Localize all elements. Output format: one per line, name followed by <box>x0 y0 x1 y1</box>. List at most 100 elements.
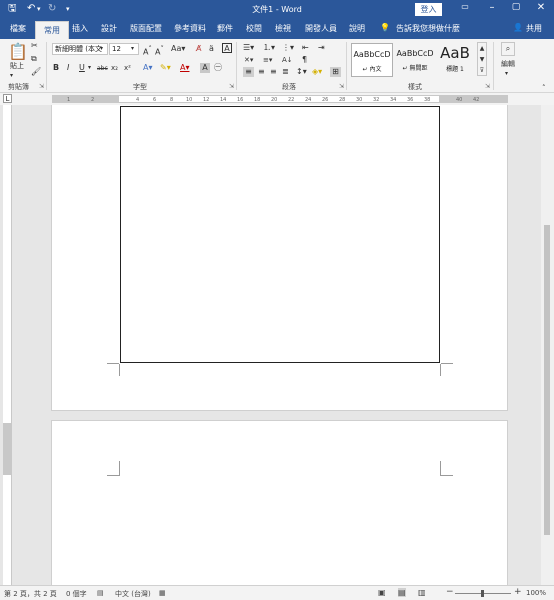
tab-selector-icon[interactable]: L <box>3 94 12 103</box>
tab-mailings[interactable]: 郵件 <box>217 23 233 34</box>
phonetic-guide-icon[interactable]: ä <box>209 44 214 54</box>
tab-view[interactable]: 檢視 <box>275 23 291 34</box>
character-border-icon[interactable]: A <box>222 43 232 53</box>
align-left-icon[interactable]: ≡ <box>243 67 254 77</box>
font-size-select[interactable]: 12 <box>109 43 139 55</box>
line-spacing-icon[interactable]: ↕▾ <box>296 67 307 77</box>
change-case-icon[interactable]: Aa▾ <box>171 44 185 54</box>
read-mode-icon[interactable]: ▣ <box>378 588 386 597</box>
macro-recording-icon[interactable]: ▦ <box>159 589 166 597</box>
superscript-button[interactable]: x² <box>124 63 131 73</box>
decrease-indent-icon[interactable]: ⇤ <box>302 43 309 53</box>
ribbon: 📋 貼上 ▾ ✂ ⧉ 🖌 剪貼簿 ⇲ 新細明體 (本文 ▾ 12 ▾ A˄ A˅… <box>0 39 554 93</box>
shrink-font-icon[interactable]: A˅ <box>155 44 164 58</box>
style-sample: AaBbCcD <box>396 49 434 58</box>
format-painter-icon[interactable]: 🖌 <box>31 67 41 77</box>
tab-home[interactable]: 常用 <box>35 21 69 39</box>
paste-button[interactable]: 貼上 <box>10 61 24 71</box>
sort-icon[interactable]: A↓ <box>282 55 293 65</box>
share-button[interactable]: 共用 <box>526 23 542 34</box>
highlight-icon[interactable]: ✎▾ <box>160 63 171 73</box>
enclose-characters-icon[interactable]: ㊀ <box>214 63 222 73</box>
close-icon[interactable]: ✕ <box>534 2 548 13</box>
font-launcher-icon[interactable]: ⇲ <box>229 83 234 90</box>
paragraph-launcher-icon[interactable]: ⇲ <box>339 83 344 90</box>
styles-launcher-icon[interactable]: ⇲ <box>485 83 490 90</box>
multilevel-list-icon[interactable]: ⋮▾ <box>282 43 294 53</box>
italic-button[interactable]: I <box>67 63 69 73</box>
vertical-scrollbar[interactable] <box>541 105 554 585</box>
language-indicator[interactable]: 中文 (台灣) <box>115 589 151 599</box>
tab-references[interactable]: 參考資料 <box>174 23 206 34</box>
ruler-tick: 16 <box>237 97 244 103</box>
minimize-icon[interactable]: – <box>485 2 499 13</box>
print-layout-icon[interactable]: ▤ <box>398 588 406 597</box>
editing-button[interactable]: 編輯 <box>501 59 515 69</box>
document-area[interactable] <box>13 105 541 585</box>
text-effects-icon[interactable]: A▾ <box>143 63 153 73</box>
font-size-dropdown-icon[interactable]: ▾ <box>131 44 134 54</box>
scrollbar-thumb[interactable] <box>544 225 550 535</box>
style-no-spacing[interactable]: AaBbCcD ↵ 無間距 <box>394 43 436 77</box>
font-color-icon[interactable]: A▾ <box>180 63 190 73</box>
increase-indent-icon[interactable]: ⇥ <box>318 43 325 53</box>
cut-icon[interactable]: ✂ <box>31 41 38 51</box>
web-layout-icon[interactable]: ▥ <box>418 588 426 597</box>
maximize-icon[interactable]: ▢ <box>509 2 523 12</box>
align-center-icon[interactable]: ≡ <box>258 67 265 77</box>
zoom-in-button[interactable]: + <box>514 587 522 597</box>
paste-dropdown-icon[interactable]: ▾ <box>10 71 13 81</box>
underline-dropdown-icon[interactable]: ▾ <box>88 63 91 73</box>
tell-me-search[interactable]: 告訴我您想做什麼 <box>396 23 460 34</box>
vertical-ruler[interactable] <box>3 105 12 585</box>
distributed-alignment-icon[interactable]: ≡▾ <box>263 55 272 65</box>
borders-icon[interactable]: ⊞ <box>330 67 341 77</box>
tab-file[interactable]: 檔案 <box>10 23 26 34</box>
subscript-button[interactable]: x₂ <box>111 63 118 73</box>
sign-in-button[interactable]: 登入 <box>415 3 442 16</box>
left-margin-shade <box>53 96 119 102</box>
find-icon[interactable]: ⌕ <box>501 42 515 56</box>
underline-button[interactable]: U <box>79 63 85 73</box>
bullets-icon[interactable]: ☰▾ <box>243 43 254 53</box>
clipboard-launcher-icon[interactable]: ⇲ <box>39 83 44 90</box>
clear-formatting-icon[interactable]: A̸ <box>196 44 201 54</box>
tab-developer[interactable]: 開發人員 <box>305 23 337 34</box>
page-count[interactable]: 第 2 頁，共 2 頁 <box>4 589 57 599</box>
paste-icon[interactable]: 📋 <box>8 43 28 61</box>
tab-help[interactable]: 說明 <box>349 23 365 34</box>
page-2[interactable] <box>51 420 508 585</box>
crop-mark <box>440 364 441 376</box>
collapse-ribbon-icon[interactable]: ˄ <box>542 83 546 93</box>
proofing-icon[interactable]: ▤ <box>97 589 104 597</box>
styles-scroll-icon[interactable]: ▲ ▼ ⊽ <box>477 42 487 76</box>
ribbon-options-icon[interactable]: ▭ <box>458 2 472 11</box>
show-marks-icon[interactable]: ¶ <box>302 55 307 65</box>
grow-font-icon[interactable]: A˄ <box>143 44 152 58</box>
ruler-tick: 10 <box>186 97 193 103</box>
tab-insert[interactable]: 插入 <box>72 23 88 34</box>
character-shading-icon[interactable]: A <box>200 63 210 73</box>
tab-design[interactable]: 設計 <box>101 23 117 34</box>
horizontal-ruler[interactable]: 1 2 4 6 8 10 12 14 16 18 20 22 24 26 28 … <box>52 95 508 103</box>
style-heading-1[interactable]: AaB 標題 1 <box>434 43 476 77</box>
zoom-level[interactable]: 100% <box>526 589 546 597</box>
strikethrough-button[interactable]: abc <box>97 64 108 74</box>
font-name-dropdown-icon[interactable]: ▾ <box>100 44 103 54</box>
tab-layout[interactable]: 版面配置 <box>130 23 162 34</box>
shading-icon[interactable]: ◈▾ <box>312 67 322 77</box>
zoom-slider-knob[interactable] <box>481 590 484 597</box>
editing-dropdown-icon[interactable]: ▾ <box>505 69 508 79</box>
bold-button[interactable]: B <box>53 63 59 73</box>
justify-icon[interactable]: ≣ <box>282 67 289 77</box>
copy-icon[interactable]: ⧉ <box>31 54 37 64</box>
tab-review[interactable]: 校閱 <box>246 23 262 34</box>
align-right-icon[interactable]: ≡ <box>270 67 277 77</box>
style-normal[interactable]: AaBbCcD ↵ 內文 <box>351 43 393 77</box>
zoom-out-button[interactable]: − <box>446 587 454 597</box>
word-count[interactable]: 0 個字 <box>66 589 87 599</box>
style-name: ↵ 內文 <box>362 66 382 73</box>
page-1[interactable] <box>51 105 508 411</box>
numbering-icon[interactable]: ⒈▾ <box>263 43 275 53</box>
chinese-layout-icon[interactable]: ✕▾ <box>244 55 253 65</box>
